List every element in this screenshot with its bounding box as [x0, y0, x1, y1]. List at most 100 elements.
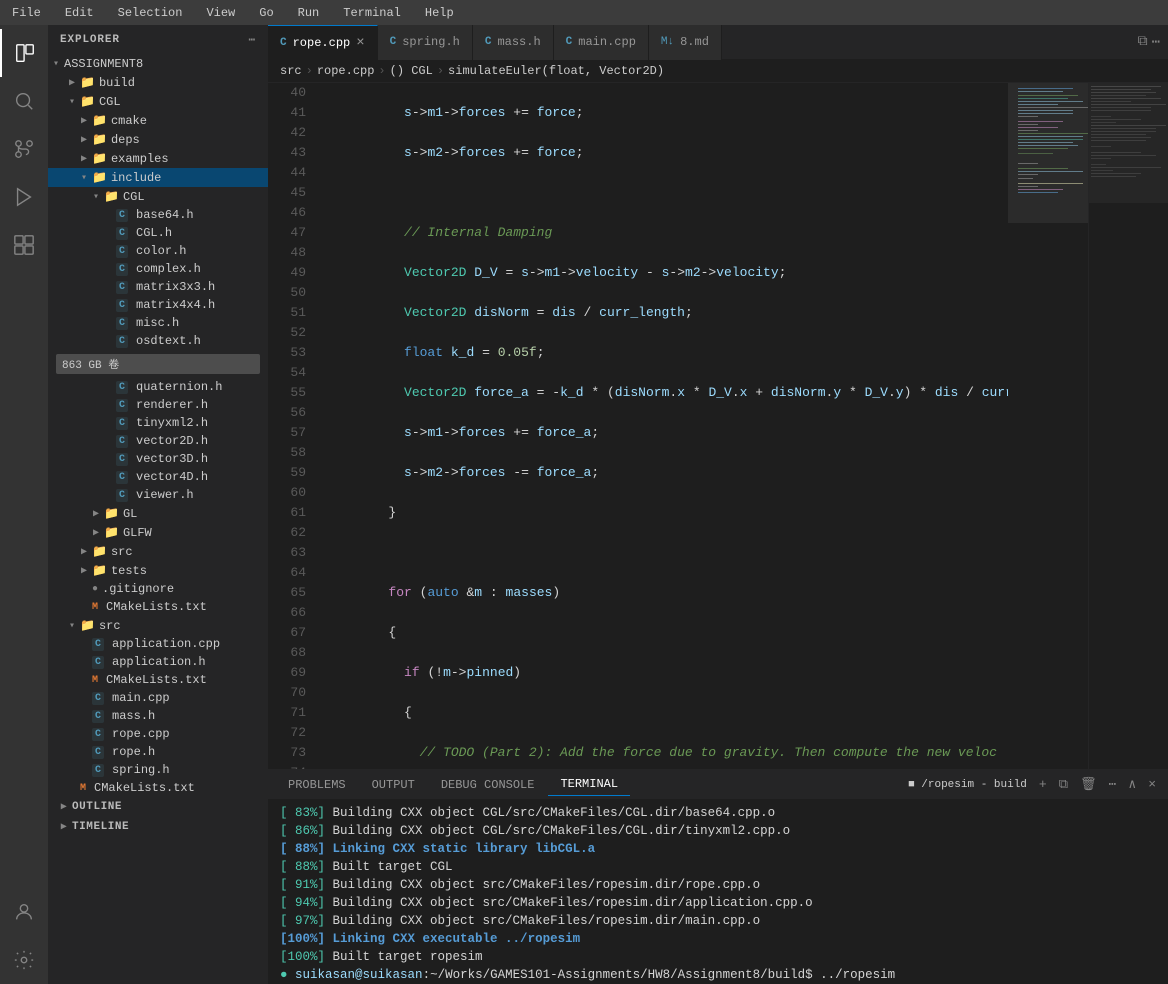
tree-cgl[interactable]: ▾ 📁 CGL — [48, 92, 268, 111]
tree-include[interactable]: ▾ 📁 include — [48, 168, 268, 187]
tree-cmakelists-cgl[interactable]: M CMakeLists.txt — [48, 598, 268, 616]
include-label: include — [111, 171, 161, 185]
minimap[interactable] — [1008, 83, 1088, 769]
tree-color-h[interactable]: C color.h — [48, 242, 268, 260]
breadcrumb-sep1: › — [306, 64, 313, 78]
tree-tinyxml2[interactable]: C tinyxml2.h — [48, 414, 268, 432]
tree-examples[interactable]: ▶ 📁 examples — [48, 149, 268, 168]
breadcrumb-src[interactable]: src — [280, 64, 302, 78]
tree-rope-h[interactable]: C rope.h — [48, 743, 268, 761]
deps-label: deps — [111, 133, 140, 147]
base64-label: base64.h — [136, 208, 194, 222]
tree-spring-h[interactable]: C spring.h — [48, 761, 268, 779]
activity-extensions[interactable] — [0, 221, 48, 269]
menu-file[interactable]: File — [8, 6, 45, 20]
layout-icon[interactable]: ⋯ — [1152, 34, 1160, 51]
activity-settings[interactable] — [0, 936, 48, 984]
tree-vector3d[interactable]: C vector3D.h — [48, 450, 268, 468]
tree-quaternion[interactable]: C quaternion.h — [48, 378, 268, 396]
tab-terminal[interactable]: TERMINAL — [548, 773, 630, 796]
breadcrumb-cgl[interactable]: () CGL — [390, 64, 433, 78]
tree-base64[interactable]: C base64.h — [48, 206, 268, 224]
code-editor[interactable]: 40 41 42 43 44 45 46 47 48 49 50 51 52 5… — [268, 83, 1008, 769]
menu-terminal[interactable]: Terminal — [339, 6, 405, 20]
tree-rope-cpp[interactable]: C rope.cpp — [48, 725, 268, 743]
tree-vector2d[interactable]: C vector2D.h — [48, 432, 268, 450]
tests-label: tests — [111, 564, 147, 578]
activity-run-debug[interactable] — [0, 173, 48, 221]
tree-build[interactable]: ▶ 📁 build — [48, 73, 268, 92]
tab-problems[interactable]: PROBLEMS — [276, 774, 358, 796]
tree-include-cgl[interactable]: ▾ 📁 CGL — [48, 187, 268, 206]
glfw-label: GLFW — [123, 526, 152, 540]
tree-viewer[interactable]: C viewer.h — [48, 486, 268, 504]
rope-h-label: rope.h — [112, 745, 155, 759]
tree-application-h[interactable]: C application.h — [48, 653, 268, 671]
sidebar-actions[interactable]: ⋯ — [248, 33, 256, 47]
tree-matrix4x4[interactable]: C matrix4x4.h — [48, 296, 268, 314]
tree-src-cgl[interactable]: ▶ 📁 src — [48, 542, 268, 561]
activity-source-control[interactable] — [0, 125, 48, 173]
tab-output[interactable]: OUTPUT — [360, 774, 427, 796]
menu-view[interactable]: View — [202, 6, 239, 20]
menu-selection[interactable]: Selection — [114, 6, 187, 20]
tab-main-cpp[interactable]: C main.cpp — [554, 25, 649, 60]
outline-header[interactable]: ▶ OUTLINE — [48, 797, 268, 817]
activity-search[interactable] — [0, 77, 48, 125]
tree-cmake[interactable]: ▶ 📁 cmake — [48, 111, 268, 130]
split-editor-icon[interactable]: ⧉ — [1138, 34, 1148, 50]
breadcrumb: src › rope.cpp › () CGL › simulateEuler(… — [268, 60, 1168, 83]
terminal-trash[interactable]: 🗑 — [1076, 775, 1101, 794]
menu-bar: File Edit Selection View Go Run Terminal… — [0, 0, 1168, 25]
timeline-header[interactable]: ▶ TIMELINE — [48, 817, 268, 837]
tab-rope-cpp[interactable]: C rope.cpp × — [268, 25, 378, 60]
tree-gitignore[interactable]: ● .gitignore — [48, 580, 268, 598]
include-cgl-label: CGL — [123, 190, 145, 204]
tree-cmakelists-src[interactable]: M CMakeLists.txt — [48, 671, 268, 689]
tree-glfw[interactable]: ▶ 📁 GLFW — [48, 523, 268, 542]
tree-matrix3x3[interactable]: C matrix3x3.h — [48, 278, 268, 296]
tree-application-cpp[interactable]: C application.cpp — [48, 635, 268, 653]
terminal-content[interactable]: [ 83%] Building CXX object CGL/src/CMake… — [268, 800, 1168, 984]
breadcrumb-ropecpp[interactable]: rope.cpp — [317, 64, 375, 78]
terminal-split[interactable]: ⧉ — [1055, 775, 1072, 794]
menu-edit[interactable]: Edit — [61, 6, 98, 20]
tree-assignment8[interactable]: ▾ ASSIGNMENT8 — [48, 55, 268, 73]
menu-go[interactable]: Go — [255, 6, 277, 20]
tab-debug-console[interactable]: DEBUG CONSOLE — [429, 774, 547, 796]
tree-tests[interactable]: ▶ 📁 tests — [48, 561, 268, 580]
tree-src[interactable]: ▾ 📁 src — [48, 616, 268, 635]
terminal-close[interactable]: × — [1144, 775, 1160, 794]
sidebar: EXPLORER ⋯ ▾ ASSIGNMENT8 ▶ 📁 build ▾ 📁 C… — [48, 25, 268, 984]
menu-run[interactable]: Run — [294, 6, 324, 20]
breadcrumb-func[interactable]: simulateEuler(float, Vector2D) — [448, 64, 664, 78]
matrix3x3-label: matrix3x3.h — [136, 280, 215, 294]
breadcrumb-sep2: › — [378, 64, 385, 78]
tree-cmakelists-root[interactable]: M CMakeLists.txt — [48, 779, 268, 797]
tree-main-cpp[interactable]: C main.cpp — [48, 689, 268, 707]
tree-renderer[interactable]: C renderer.h — [48, 396, 268, 414]
code-content[interactable]: s->m1->forces += force; s->m2->forces +=… — [318, 83, 1008, 769]
tab-8-md[interactable]: M↓ 8.md — [649, 25, 722, 60]
tree-vector4d[interactable]: C vector4D.h — [48, 468, 268, 486]
tab-spring-h[interactable]: C spring.h — [378, 25, 473, 60]
terminal-collapse[interactable]: ∧ — [1124, 775, 1140, 794]
tab-close-rope-cpp[interactable]: × — [356, 36, 364, 50]
activity-explorer[interactable] — [0, 29, 48, 77]
terminal-add[interactable]: + — [1035, 775, 1051, 794]
tree-complex-h[interactable]: C complex.h — [48, 260, 268, 278]
activity-account[interactable] — [0, 888, 48, 936]
tree-misc-h[interactable]: C misc.h — [48, 314, 268, 332]
vector3d-label: vector3D.h — [136, 452, 208, 466]
activity-bar — [0, 25, 48, 984]
menu-help[interactable]: Help — [421, 6, 458, 20]
tree-gl[interactable]: ▶ 📁 GL — [48, 504, 268, 523]
src-cgl-label: src — [111, 545, 133, 559]
tree-deps[interactable]: ▶ 📁 deps — [48, 130, 268, 149]
tree-osdtext[interactable]: C osdtext.h — [48, 332, 268, 350]
tab-mass-h[interactable]: C mass.h — [473, 25, 554, 60]
tree-mass-h[interactable]: C mass.h — [48, 707, 268, 725]
new-file-icon[interactable]: ⋯ — [248, 33, 256, 47]
terminal-more[interactable]: ⋯ — [1105, 775, 1121, 794]
tree-cgl-h[interactable]: C CGL.h — [48, 224, 268, 242]
